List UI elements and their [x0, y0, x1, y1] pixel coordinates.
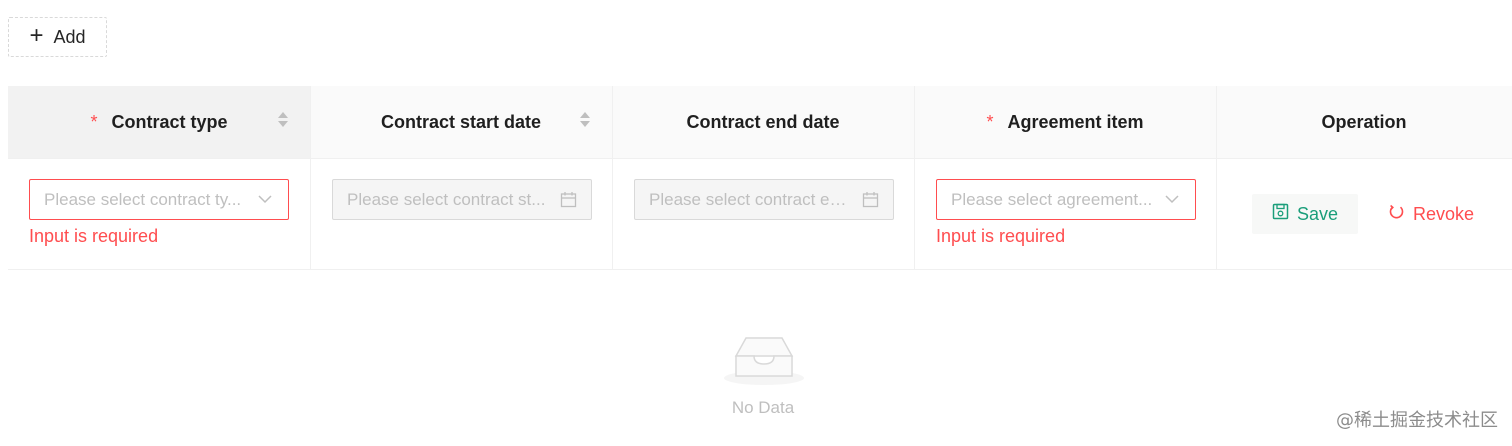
chevron-down-icon — [1163, 191, 1181, 209]
contract-type-placeholder: Please select contract ty... — [44, 189, 242, 209]
required-mark: * — [90, 111, 98, 132]
column-label: Contract end date — [686, 111, 840, 132]
contract-type-error: Input is required — [29, 226, 159, 246]
watermark: @稀土掘金技术社区 — [1336, 410, 1498, 431]
contract-end-date-picker[interactable]: Please select contract en... — [634, 179, 894, 220]
contract-end-date-placeholder: Please select contract en... — [649, 189, 853, 209]
column-header-contract-start-date[interactable]: Contract start date — [310, 86, 612, 158]
empty-text: No Data — [731, 398, 795, 417]
calendar-icon — [861, 191, 879, 209]
contract-type-select[interactable]: Please select contract ty... — [29, 179, 289, 220]
required-mark: * — [986, 111, 994, 132]
cell-contract-end-date: Please select contract en... — [612, 159, 914, 269]
column-header-agreement-item: * Agreement item — [914, 86, 1216, 158]
cell-contract-start-date: Please select contract st... — [310, 159, 612, 269]
contract-table: * Contract type Contract start date Cont… — [8, 86, 1512, 446]
empty-state: No Data — [8, 270, 1512, 446]
revoke-icon — [1388, 203, 1405, 225]
chevron-down-icon — [256, 191, 274, 209]
agreement-item-error: Input is required — [936, 226, 1066, 246]
plus-icon: + — [29, 22, 44, 49]
cell-operation: Save Revoke — [1216, 159, 1512, 269]
revoke-button[interactable]: Revoke — [1368, 194, 1494, 234]
agreement-item-placeholder: Please select agreement... — [951, 189, 1153, 209]
save-button[interactable]: Save — [1252, 194, 1359, 234]
column-header-operation: Operation — [1216, 86, 1512, 158]
save-icon — [1272, 203, 1289, 225]
save-label: Save — [1297, 203, 1339, 224]
operation-buttons: Save Revoke — [1238, 194, 1512, 234]
add-button[interactable]: + Add — [8, 17, 107, 57]
empty-inbox-icon — [722, 332, 806, 393]
column-header-contract-end-date: Contract end date — [612, 86, 914, 158]
calendar-icon — [559, 191, 577, 209]
column-label: Contract start date — [380, 111, 542, 132]
table-row: Please select contract ty... Input is re… — [8, 159, 1512, 270]
revoke-label: Revoke — [1413, 203, 1475, 224]
contract-start-date-placeholder: Please select contract st... — [347, 189, 546, 209]
column-label: Operation — [1321, 111, 1407, 132]
cell-contract-type: Please select contract ty... Input is re… — [8, 159, 310, 269]
add-button-label: Add — [53, 26, 86, 47]
cell-agreement-item: Please select agreement... Input is requ… — [914, 159, 1216, 269]
column-label: Agreement item — [1007, 111, 1144, 132]
sort-icon[interactable] — [580, 112, 590, 127]
sort-icon[interactable] — [278, 112, 288, 127]
agreement-item-select[interactable]: Please select agreement... — [936, 179, 1196, 220]
contract-start-date-picker[interactable]: Please select contract st... — [332, 179, 592, 220]
table-header: * Contract type Contract start date Cont… — [8, 86, 1512, 159]
column-label: Contract type — [111, 111, 228, 132]
column-header-contract-type[interactable]: * Contract type — [8, 86, 310, 158]
